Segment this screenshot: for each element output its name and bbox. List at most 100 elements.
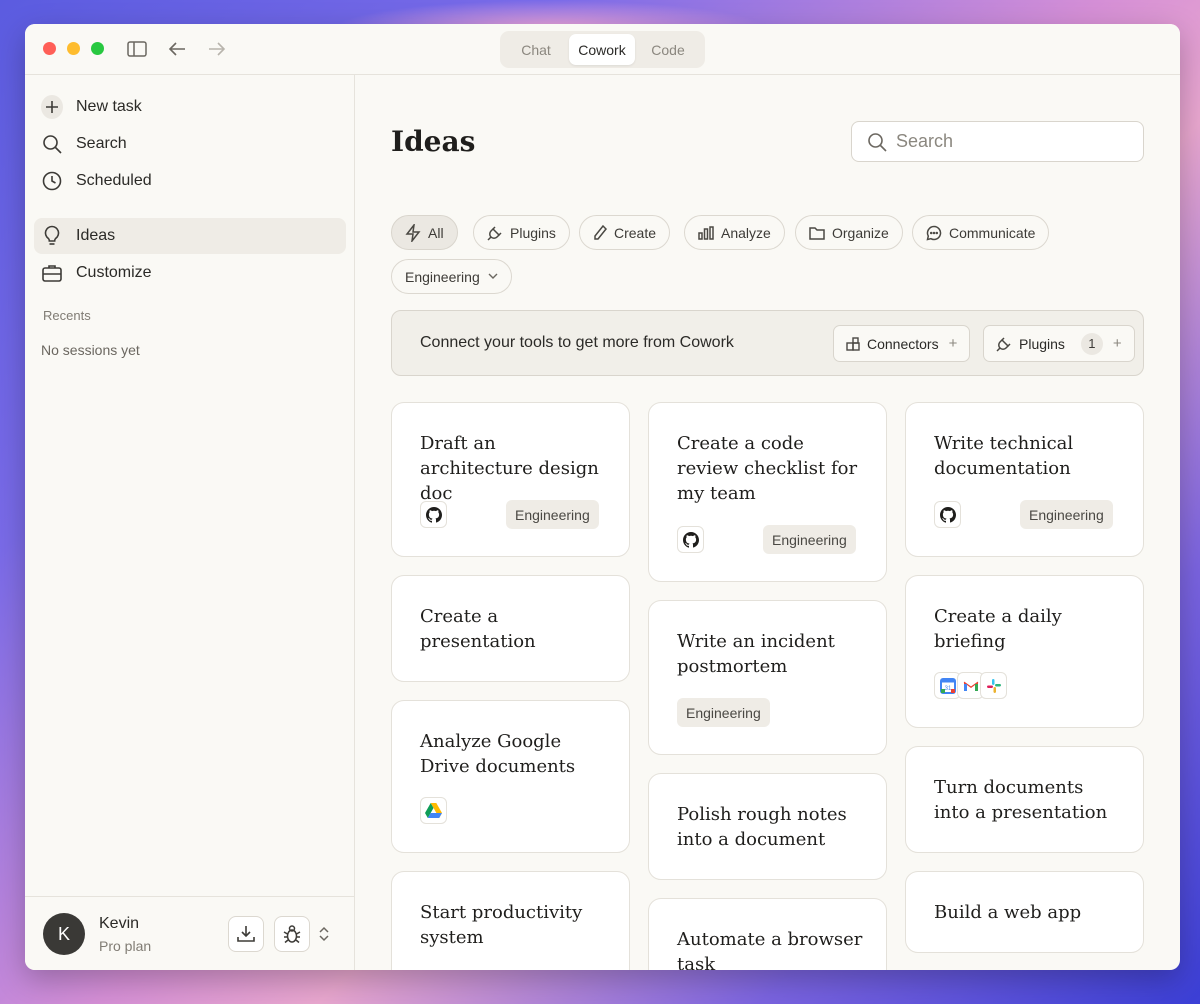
idea-card[interactable]: Polish rough notes into a document	[648, 773, 887, 880]
title-bar: Chat Cowork Code	[25, 24, 1180, 75]
filter-chip-label: Communicate	[949, 224, 1036, 241]
plug-icon	[996, 336, 1012, 352]
sidebar-item-ideas[interactable]: Ideas	[34, 218, 346, 254]
slack-icon	[980, 672, 1007, 699]
tab-cowork[interactable]: Cowork	[569, 34, 635, 65]
idea-card-title: Create a code review checklist for my te…	[677, 433, 858, 504]
connectors-icon	[846, 336, 860, 351]
briefcase-icon	[41, 262, 63, 284]
forward-arrow-icon[interactable]	[206, 38, 228, 60]
bar-chart-icon	[698, 225, 714, 240]
idea-card[interactable]: Create a daily briefing 31	[905, 575, 1144, 728]
idea-card[interactable]: Turn documents into a presentation	[905, 746, 1144, 853]
plug-icon	[487, 225, 503, 241]
sidebar-toggle-icon[interactable]	[126, 38, 148, 60]
main-content: Ideas All Plugins Create Analyze Organiz…	[356, 75, 1180, 970]
download-button[interactable]	[228, 916, 264, 952]
sidebar-item-new-task[interactable]: New task	[34, 89, 346, 125]
tab-code[interactable]: Code	[635, 34, 701, 65]
github-icon	[677, 526, 704, 553]
idea-card-title: Write an incident postmortem	[677, 631, 835, 677]
lightbulb-icon	[41, 225, 63, 247]
filter-chip-label: Plugins	[510, 224, 556, 241]
idea-card[interactable]: Draft an architecture design doc Enginee…	[391, 402, 630, 557]
connectors-button[interactable]: Connectors +	[833, 325, 971, 362]
search-icon	[867, 132, 887, 152]
idea-card[interactable]: Write an incident postmortem Engineering	[648, 600, 887, 755]
user-bar: K Kevin Pro plan	[25, 896, 354, 970]
integration-logos: 31	[934, 672, 1007, 699]
idea-card-title: Polish rough notes into a document	[677, 804, 847, 850]
idea-card-title: Turn documents into a presentation	[934, 777, 1108, 823]
chevron-down-icon	[488, 273, 498, 280]
plus-icon	[41, 95, 63, 119]
ideas-search-field[interactable]	[851, 121, 1144, 162]
close-window-button[interactable]	[43, 42, 56, 55]
connectors-label: Connectors	[867, 335, 939, 352]
github-icon	[420, 501, 447, 528]
back-arrow-icon[interactable]	[166, 38, 188, 60]
banner-text: Connect your tools to get more from Cowo…	[420, 334, 734, 351]
sidebar-item-search[interactable]: Search	[34, 126, 346, 162]
plugins-label: Plugins	[1019, 335, 1065, 352]
sidebar-item-scheduled[interactable]: Scheduled	[34, 163, 346, 199]
idea-card-title: Create a presentation	[420, 606, 536, 652]
idea-card-title: Draft an architecture design doc	[420, 433, 599, 504]
clock-icon	[41, 170, 63, 192]
recents-heading: Recents	[43, 308, 91, 323]
lightning-icon	[405, 223, 421, 242]
plugins-button[interactable]: Plugins 1 +	[983, 325, 1135, 362]
search-icon	[41, 133, 63, 155]
filter-chip-communicate[interactable]: Communicate	[912, 215, 1050, 250]
filter-chip-label: All	[428, 224, 444, 241]
idea-card-title: Start productivity system	[420, 902, 583, 948]
category-tag: Engineering	[763, 525, 856, 554]
idea-card[interactable]: Build a web app	[905, 871, 1144, 953]
idea-card[interactable]: Create a code review checklist for my te…	[648, 402, 887, 582]
filter-chip-label: Create	[614, 224, 657, 241]
app-window: Chat Cowork Code New task Search Schedul…	[25, 24, 1180, 970]
idea-card[interactable]: Write technical documentation Engineerin…	[905, 402, 1144, 557]
download-icon	[237, 926, 255, 942]
maximize-window-button[interactable]	[91, 42, 104, 55]
filter-dropdown-engineering[interactable]: Engineering	[391, 259, 512, 294]
plugins-count-badge: 1	[1080, 332, 1103, 355]
sidebar-item-label: Customize	[76, 264, 152, 281]
filter-chip-label: Engineering	[405, 268, 480, 285]
account-menu-chevron-icon[interactable]	[318, 925, 330, 948]
minimize-window-button[interactable]	[67, 42, 80, 55]
category-tag: Engineering	[506, 500, 599, 529]
idea-card[interactable]: Create a presentation	[391, 575, 630, 682]
idea-card-title: Write technical documentation	[934, 433, 1074, 479]
google-drive-icon	[420, 797, 447, 824]
filter-chip-all[interactable]: All	[391, 215, 458, 250]
no-sessions-text: No sessions yet	[41, 342, 140, 358]
filter-chip-create[interactable]: Create	[579, 215, 671, 250]
idea-card-title: Automate a browser task	[677, 929, 863, 970]
bug-icon	[283, 925, 301, 944]
sidebar-item-customize[interactable]: Customize	[34, 255, 346, 291]
plus-icon: +	[1112, 335, 1122, 352]
user-plan: Pro plan	[99, 938, 152, 954]
tab-chat[interactable]: Chat	[503, 34, 569, 65]
idea-card[interactable]: Start productivity system	[391, 871, 630, 970]
github-icon	[934, 501, 961, 528]
filter-chip-analyze[interactable]: Analyze	[684, 215, 785, 250]
debug-button[interactable]	[274, 916, 310, 952]
filter-chip-organize[interactable]: Organize	[795, 215, 903, 250]
folder-icon	[809, 226, 825, 240]
svg-text:31: 31	[944, 686, 951, 692]
filter-chip-plugins[interactable]: Plugins	[473, 215, 570, 250]
idea-card-title: Create a daily briefing	[934, 606, 1062, 652]
idea-card[interactable]: Automate a browser task	[648, 898, 887, 970]
search-input[interactable]	[896, 131, 1116, 152]
mode-switch: Chat Cowork Code	[500, 31, 705, 68]
idea-card-title: Analyze Google Drive documents	[420, 731, 576, 777]
idea-card-title: Build a web app	[934, 902, 1082, 923]
pencil-icon	[593, 224, 607, 241]
idea-card[interactable]: Analyze Google Drive documents	[391, 700, 630, 853]
plus-icon: +	[948, 335, 958, 352]
connect-tools-banner: Connect your tools to get more from Cowo…	[391, 310, 1144, 376]
chat-bubble-icon	[926, 225, 942, 241]
avatar[interactable]: K	[43, 913, 85, 955]
